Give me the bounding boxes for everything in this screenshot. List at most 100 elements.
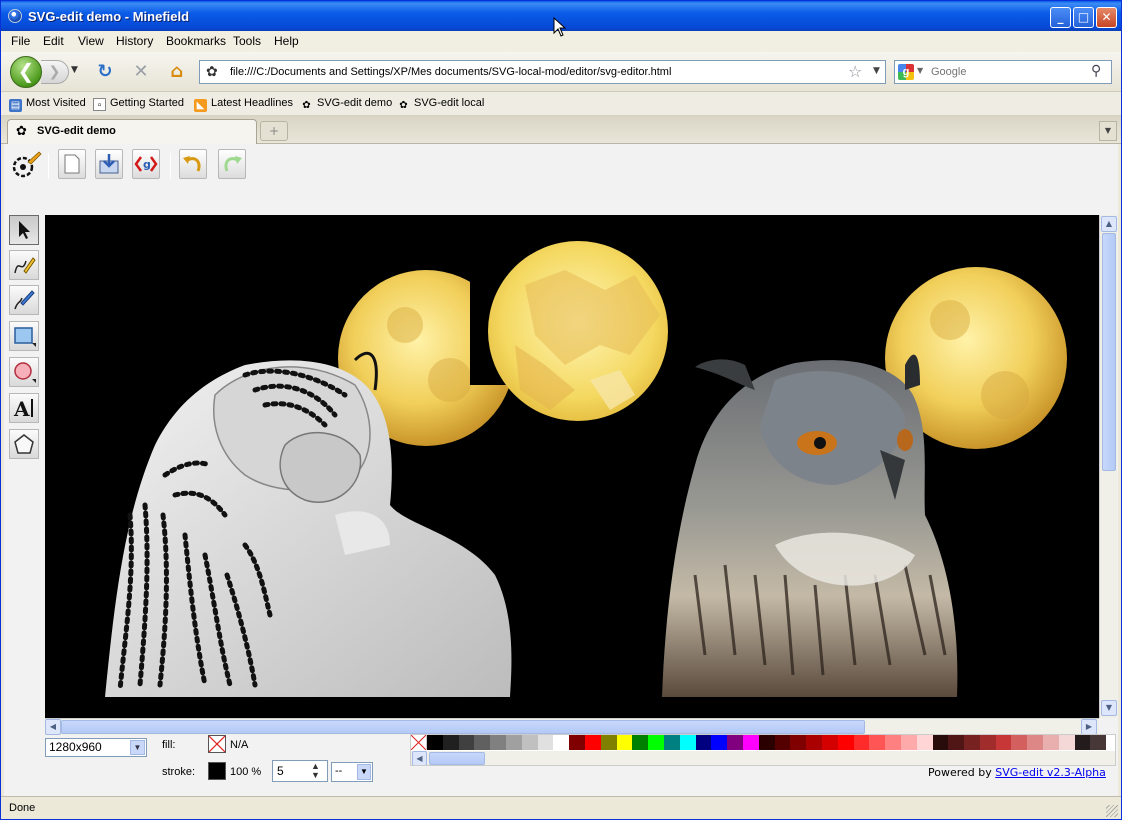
palette-color-swatch[interactable]	[948, 735, 965, 750]
save-button[interactable]	[95, 149, 123, 179]
palette-color-swatch[interactable]	[790, 735, 807, 750]
palette-color-swatch[interactable]	[427, 735, 443, 750]
polygon-tool[interactable]	[9, 429, 39, 459]
palette-color-swatch[interactable]	[869, 735, 886, 750]
vertical-scroll-thumb[interactable]	[1102, 233, 1116, 471]
drawing-canvas[interactable]	[45, 215, 1099, 718]
palette-color-swatch[interactable]	[569, 735, 585, 750]
undo-button[interactable]	[179, 149, 207, 179]
pen-tool[interactable]	[9, 285, 39, 315]
palette-color-swatch[interactable]	[900, 735, 917, 750]
palette-color-swatch[interactable]	[537, 735, 554, 750]
palette-color-swatch[interactable]	[711, 735, 728, 750]
palette-color-swatch[interactable]	[758, 735, 775, 750]
palette-color-swatch[interactable]	[964, 735, 980, 750]
rectangle-tool[interactable]	[9, 321, 39, 351]
palette-color-swatch[interactable]	[553, 735, 570, 750]
menu-view[interactable]: View	[78, 34, 104, 48]
photo-owl-image[interactable]	[662, 354, 958, 697]
palette-color-swatch[interactable]	[1011, 735, 1028, 750]
minimize-button[interactable]: _	[1050, 7, 1071, 28]
search-input[interactable]	[931, 64, 1081, 80]
menu-tools[interactable]: Tools	[233, 34, 261, 48]
reload-icon[interactable]: ↻	[94, 61, 116, 83]
bookmark-svg-edit-demo[interactable]: ✿ SVG-edit demo	[300, 97, 392, 112]
bookmark-most-visited[interactable]: ▤ Most Visited	[9, 97, 86, 112]
stroke-dash-select[interactable]: -- ▼	[331, 762, 373, 782]
palette-color-swatch[interactable]	[1074, 735, 1091, 750]
palette-color-swatch[interactable]	[1058, 735, 1075, 750]
bookmark-getting-started[interactable]: ▫ Getting Started	[93, 97, 184, 111]
palette-color-swatch[interactable]	[600, 735, 617, 750]
new-tab-button[interactable]: +	[260, 121, 288, 141]
palette-color-swatch[interactable]	[1043, 735, 1059, 750]
palette-color-swatch[interactable]	[648, 735, 664, 750]
spin-arrows-icon[interactable]: ▲ ▼	[311, 762, 320, 780]
search-bar[interactable]: g ▼ ⚲	[894, 60, 1112, 84]
palette-color-swatch[interactable]	[821, 735, 838, 750]
new-document-button[interactable]	[58, 149, 86, 179]
palette-color-swatch[interactable]	[474, 735, 491, 750]
back-button[interactable]: ❮	[10, 56, 42, 88]
palette-color-swatch[interactable]	[742, 735, 759, 750]
magnifier-icon[interactable]: ⚲	[1091, 63, 1101, 79]
close-button[interactable]: ✕	[1096, 7, 1117, 28]
zoom-select[interactable]: 1280x960 ▼	[45, 738, 147, 757]
resize-grip[interactable]	[1106, 805, 1118, 817]
horizontal-scroll-thumb[interactable]	[61, 720, 865, 734]
palette-color-swatch[interactable]	[458, 735, 475, 750]
no-color-swatch[interactable]	[411, 735, 427, 751]
scroll-right-icon[interactable]: ▶	[1081, 719, 1097, 735]
palette-color-swatch[interactable]	[727, 735, 743, 750]
palette-color-swatch[interactable]	[979, 735, 996, 750]
svg-edit-version-link[interactable]: SVG-edit v2.3-Alpha	[995, 766, 1106, 779]
palette-color-swatch[interactable]	[885, 735, 901, 750]
bookmark-star-icon[interactable]: ☆	[848, 62, 862, 81]
palette-color-swatch[interactable]	[679, 735, 696, 750]
menu-history[interactable]: History	[116, 34, 153, 48]
stop-icon[interactable]: ✕	[130, 61, 152, 83]
history-dropdown-icon[interactable]: ▼	[71, 65, 78, 75]
source-code-button[interactable]: g	[132, 149, 160, 179]
select-tool[interactable]	[9, 215, 39, 245]
scroll-left-icon[interactable]: ◀	[45, 719, 61, 735]
text-tool[interactable]: A	[9, 393, 39, 423]
palette-color-swatch[interactable]	[806, 735, 822, 750]
url-dropdown-icon[interactable]: ▼	[873, 66, 880, 76]
tab-list-dropdown-icon[interactable]: ▼	[1099, 121, 1117, 141]
bookmark-svg-edit-local[interactable]: ✿ SVG-edit local	[397, 97, 484, 112]
url-text[interactable]: file:///C:/Documents and Settings/XP/Mes…	[230, 66, 671, 78]
palette-color-swatch[interactable]	[442, 735, 459, 750]
palette-scroll-left-icon[interactable]: ◀	[412, 751, 427, 765]
maximize-button[interactable]: □	[1073, 7, 1094, 28]
stroke-width-stepper[interactable]: 5 ▲ ▼	[272, 760, 328, 782]
palette-color-swatch[interactable]	[584, 735, 601, 750]
google-icon[interactable]: g	[898, 64, 914, 80]
color-palette[interactable]: ◀	[410, 734, 1116, 766]
search-engine-dropdown-icon[interactable]: ▼	[917, 66, 923, 75]
menu-help[interactable]: Help	[274, 34, 299, 48]
scroll-up-icon[interactable]: ▲	[1101, 216, 1117, 232]
home-icon[interactable]: ⌂	[166, 61, 188, 83]
palette-color-swatch[interactable]	[521, 735, 538, 750]
palette-color-swatch[interactable]	[632, 735, 649, 750]
palette-color-swatch[interactable]	[1090, 735, 1107, 750]
canvas-vertical-scrollbar[interactable]: ▲ ▼	[1099, 215, 1117, 718]
palette-scrollbar[interactable]: ◀	[411, 751, 1115, 765]
palette-scroll-thumb[interactable]	[429, 752, 485, 765]
redo-button[interactable]	[218, 149, 246, 179]
palette-color-swatch[interactable]	[995, 735, 1012, 750]
palette-color-swatch[interactable]	[490, 735, 506, 750]
palette-color-swatch[interactable]	[837, 735, 854, 750]
palette-color-swatch[interactable]	[932, 735, 949, 750]
pencil-tool[interactable]	[9, 250, 39, 280]
svg-edit-logo-icon[interactable]	[10, 150, 42, 180]
forward-button[interactable]: ❯	[41, 60, 69, 84]
dash-dropdown-icon[interactable]: ▼	[357, 764, 371, 780]
stroke-color-swatch[interactable]	[208, 762, 226, 780]
canvas-horizontal-scrollbar[interactable]: ◀ ▶	[45, 718, 1099, 735]
menu-bookmarks[interactable]: Bookmarks	[166, 34, 226, 48]
palette-color-swatch[interactable]	[695, 735, 712, 750]
zoom-dropdown-icon[interactable]: ▼	[130, 740, 145, 755]
palette-color-swatch[interactable]	[616, 735, 633, 750]
